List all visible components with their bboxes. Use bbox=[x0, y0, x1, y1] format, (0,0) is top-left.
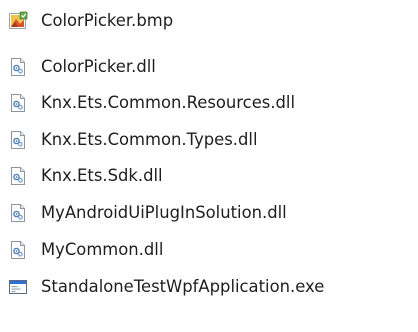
file-item-knx-ets-common-types-dll[interactable]: Knx.Ets.Common.Types.dll bbox=[0, 121, 418, 158]
file-item-myandroiduipluginsolution-dll[interactable]: MyAndroidUiPlugInSolution.dll bbox=[0, 194, 418, 231]
file-name: Knx.Ets.Common.Resources.dll bbox=[41, 93, 296, 112]
file-item-mycommon-dll[interactable]: MyCommon.dll bbox=[0, 231, 418, 268]
file-item-knx-ets-common-resources-dll[interactable]: Knx.Ets.Common.Resources.dll bbox=[0, 84, 418, 121]
dll-file-icon bbox=[8, 93, 28, 113]
file-name: Knx.Ets.Common.Types.dll bbox=[41, 130, 258, 149]
dll-file-icon bbox=[8, 203, 28, 223]
file-name: MyCommon.dll bbox=[41, 240, 164, 259]
file-list: ColorPicker.bmp ColorPicker.dll Knx.Ets.… bbox=[0, 0, 418, 332]
file-name: ColorPicker.bmp bbox=[41, 11, 174, 30]
dll-file-icon bbox=[8, 166, 28, 186]
dll-file-icon bbox=[8, 130, 28, 150]
file-item-knx-ets-sdk-dll[interactable]: Knx.Ets.Sdk.dll bbox=[0, 157, 418, 194]
file-item-colorpicker-bmp[interactable]: ColorPicker.bmp bbox=[0, 2, 418, 39]
exe-application-icon bbox=[8, 277, 28, 297]
file-item-standalonetestwpfapplication-exe[interactable]: StandaloneTestWpfApplication.exe bbox=[0, 268, 418, 305]
file-name: StandaloneTestWpfApplication.exe bbox=[41, 277, 325, 296]
bitmap-image-icon bbox=[8, 11, 28, 31]
dll-file-icon bbox=[8, 240, 28, 260]
dll-file-icon bbox=[8, 57, 28, 77]
file-item-colorpicker-dll[interactable]: ColorPicker.dll bbox=[0, 48, 418, 85]
file-name: MyAndroidUiPlugInSolution.dll bbox=[41, 203, 287, 222]
file-name: ColorPicker.dll bbox=[41, 57, 156, 76]
file-name: Knx.Ets.Sdk.dll bbox=[41, 166, 163, 185]
